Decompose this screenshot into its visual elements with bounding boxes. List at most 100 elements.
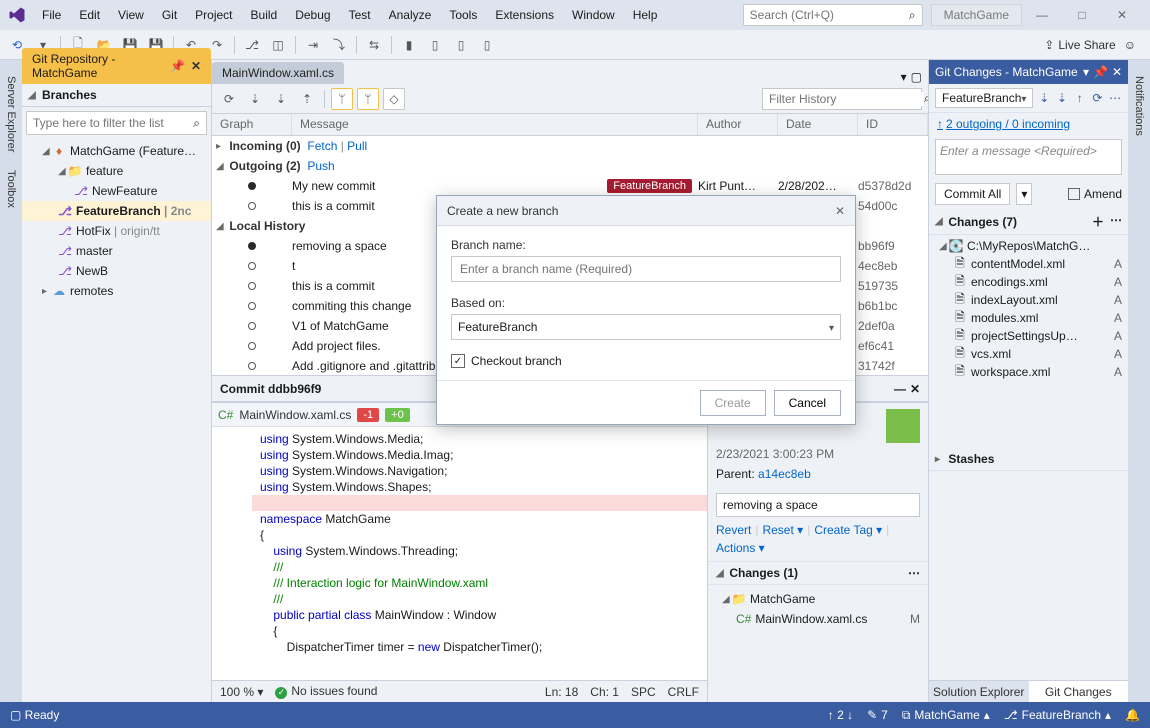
commit-dropdown[interactable]: ▾ [1016, 183, 1032, 205]
sync-link[interactable]: ↑ 2 outgoing / 0 incoming [929, 113, 1128, 135]
changed-file[interactable]: 🗎indexLayout.xmlA [929, 291, 1128, 309]
changes-project-node[interactable]: ◢📁MatchGame [716, 589, 920, 609]
changed-file[interactable]: 🗎contentModel.xmlA [929, 255, 1128, 273]
changed-file[interactable]: 🗎workspace.xmlA [929, 363, 1128, 381]
col-message[interactable]: Message [292, 114, 698, 135]
tab-mainwindow-cs[interactable]: MainWindow.xaml.cs [212, 62, 344, 84]
amend-checkbox[interactable]: Amend [1068, 187, 1122, 201]
more-icon[interactable]: ⋯ [908, 566, 920, 580]
close-icon[interactable]: ✕ [1112, 65, 1122, 79]
search-input[interactable] [750, 8, 909, 22]
menu-file[interactable]: File [34, 4, 69, 26]
toggle-icon[interactable]: ▯ [476, 34, 498, 56]
checkbox-icon[interactable]: ✓ [451, 354, 465, 368]
changes-expander[interactable]: ◢ Changes (7) ＋⋯ [929, 209, 1128, 235]
filter-search-icon[interactable]: ⌕ [193, 116, 200, 131]
folder-feature[interactable]: ◢📁feature [22, 161, 211, 181]
menu-edit[interactable]: Edit [71, 4, 108, 26]
menu-analyze[interactable]: Analyze [381, 4, 440, 26]
push-icon[interactable]: ⇡ [296, 88, 318, 110]
filter-icon[interactable]: ◇ [383, 88, 405, 110]
crlf-indicator[interactable]: CRLF [668, 685, 699, 699]
menu-project[interactable]: Project [187, 4, 240, 26]
dropdown-icon[interactable]: ▾ [1083, 65, 1089, 79]
close-tab-icon[interactable]: ✕ [191, 59, 201, 73]
fetch-icon[interactable]: ⇣ [1037, 89, 1051, 107]
tab-server-explorer[interactable]: Server Explorer [3, 68, 19, 160]
checkout-branch-checkbox[interactable]: ✓ Checkout branch [451, 354, 841, 368]
minimize-icon[interactable]: — [1022, 4, 1062, 26]
cancel-button[interactable]: Cancel [774, 390, 841, 416]
actions-link[interactable]: Actions ▾ [716, 541, 765, 555]
git-compare-icon[interactable]: ◫ [267, 34, 289, 56]
menu-test[interactable]: Test [341, 4, 379, 26]
feedback-icon[interactable]: ☺ [1124, 38, 1136, 52]
comment-icon[interactable]: ▮ [398, 34, 420, 56]
tab-notifications[interactable]: Notifications [1131, 68, 1147, 144]
step-over-icon[interactable]: ⤵ [328, 34, 350, 56]
tab-git-changes[interactable]: Git Changes [1029, 681, 1129, 702]
changes-file-node[interactable]: C#MainWindow.xaml.csM [716, 609, 920, 629]
pull-icon[interactable]: ⇣ [270, 88, 292, 110]
changed-file[interactable]: 🗎vcs.xmlA [929, 345, 1128, 363]
tab-solution-explorer[interactable]: Solution Explorer [929, 681, 1029, 702]
more-icon[interactable]: ⋯ [1108, 89, 1122, 107]
menu-tools[interactable]: Tools [441, 4, 485, 26]
live-share-button[interactable]: ⇪ Live Share [1044, 38, 1115, 52]
menu-extensions[interactable]: Extensions [487, 4, 562, 26]
zoom-dropdown[interactable]: 100 % ▾ [220, 685, 263, 699]
reset-link[interactable]: Reset ▾ [762, 523, 803, 537]
code-diff-view[interactable]: using System.Windows.Media;using System.… [212, 427, 707, 680]
search-icon[interactable]: ⌕ [909, 8, 916, 23]
sync-icon[interactable]: ⟳ [1091, 89, 1105, 107]
stashes-expander[interactable]: ▸ Stashes [929, 448, 1128, 471]
parent-link[interactable]: a14ec8eb [758, 467, 811, 481]
refresh-icon[interactable]: ⟳ [218, 88, 240, 110]
close-icon[interactable]: ✕ [1102, 4, 1142, 26]
tab-icon[interactable]: ⇆ [363, 34, 385, 56]
pin-icon[interactable]: 📌 [1093, 65, 1108, 79]
graph-mode-icon[interactable]: ᛘ [331, 88, 353, 110]
spaces-indicator[interactable]: SPC [631, 685, 656, 699]
create-button[interactable]: Create [700, 390, 766, 416]
window-layout-icon[interactable]: ▢ [911, 70, 922, 84]
based-on-dropdown[interactable]: FeatureBranch [451, 314, 841, 340]
outgoing-section[interactable]: ◢ Outgoing (2) Push [212, 156, 928, 176]
filter-history-input[interactable] [769, 92, 924, 106]
commit-message-box[interactable]: removing a space [716, 493, 920, 517]
push-icon[interactable]: ↑ [1073, 89, 1087, 107]
step-icon[interactable]: ⇥ [302, 34, 324, 56]
changed-file[interactable]: 🗎projectSettingsUp…A [929, 327, 1128, 345]
pin-icon[interactable]: 📌 [170, 59, 185, 73]
close-panel-icon[interactable]: ✕ [910, 382, 920, 396]
doc-dropdown-icon[interactable]: ▾ [901, 70, 907, 84]
more-icon[interactable]: ⋯ [1110, 213, 1122, 230]
branch-dropdown[interactable]: FeatureBranch [935, 88, 1033, 108]
branch-newb[interactable]: ⎇NewB [22, 261, 211, 281]
branch-name-input[interactable] [451, 256, 841, 282]
commit-changes-header[interactable]: ◢ Changes (1) ⋯ [708, 561, 928, 585]
tab-toolbox[interactable]: Toolbox [3, 162, 19, 216]
remotes-node[interactable]: ▸☁remotes [22, 281, 211, 301]
incoming-section[interactable]: ▸ Incoming (0) Fetch | Pull [212, 136, 928, 156]
sb-notif-icon[interactable]: 🔔 [1125, 708, 1140, 722]
commit-message-input[interactable]: Enter a message <Required> [935, 139, 1122, 175]
commit-all-button[interactable]: Commit All [935, 183, 1010, 205]
commit-row[interactable]: My new commit FeatureBranch Kirt Punt… 2… [212, 176, 928, 196]
menu-build[interactable]: Build [243, 4, 286, 26]
graph-mode2-icon[interactable]: ᛘ [357, 88, 379, 110]
sb-sync[interactable]: ↑ 2 ↓ [828, 708, 853, 722]
sb-pending[interactable]: ✎ 7 [867, 708, 888, 722]
root-folder[interactable]: ◢💽C:\MyRepos\MatchG… [929, 237, 1128, 255]
pull-icon[interactable]: ⇣ [1055, 89, 1069, 107]
col-author[interactable]: Author [698, 114, 778, 135]
create-tag-link[interactable]: Create Tag ▾ [814, 523, 882, 537]
uncomment-icon[interactable]: ▯ [424, 34, 446, 56]
branch-hotfix[interactable]: ⎇HotFix | origin/tt [22, 221, 211, 241]
menu-window[interactable]: Window [564, 4, 623, 26]
fetch-icon[interactable]: ⇣ [244, 88, 266, 110]
menu-git[interactable]: Git [154, 4, 185, 26]
branch-featurebranch[interactable]: ⎇FeatureBranch | 2nc [22, 201, 211, 221]
tab-git-repository[interactable]: Git Repository - MatchGame 📌 ✕ [22, 48, 211, 84]
dialog-close-icon[interactable]: ✕ [835, 204, 845, 218]
